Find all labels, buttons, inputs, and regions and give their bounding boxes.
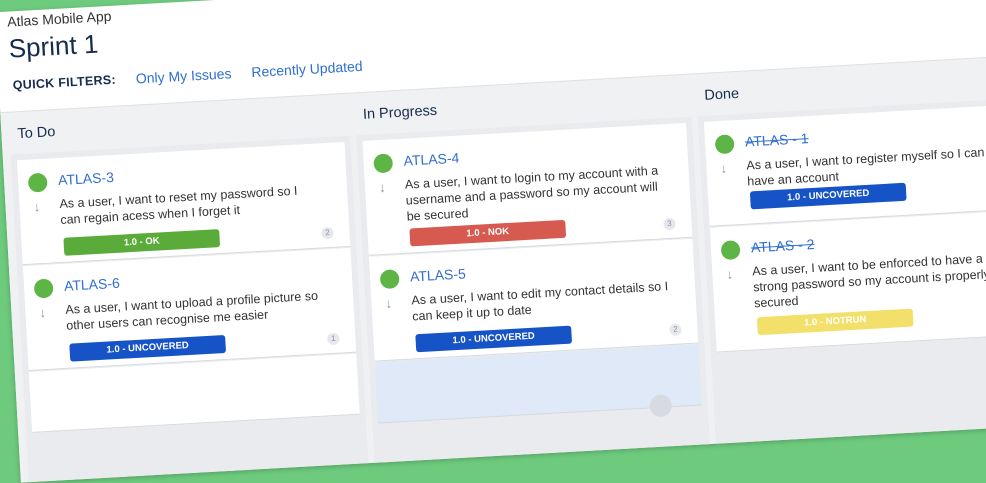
column-todo: To Do ATLAS-3 ↓ As a user, I want to res… xyxy=(8,94,369,483)
issue-summary: As a user, I want to edit my contact det… xyxy=(411,279,669,324)
column-in-progress: In Progress ATLAS-4 ↓ As a user, I want … xyxy=(354,75,710,463)
column-lane: ATLAS-4 ↓ As a user, I want to login to … xyxy=(356,116,710,463)
test-status-badge: 1.0 - UNCOVERED xyxy=(69,334,227,362)
issue-type-icon xyxy=(373,153,394,174)
agile-board: Atlas Mobile App Sprint 1 QUICK FILTERS:… xyxy=(0,0,986,483)
issue-summary: As a user, I want to register myself so … xyxy=(746,145,985,189)
issue-summary: As a user, I want to upload a profile pi… xyxy=(65,288,319,333)
issue-key[interactable]: ATLAS - 1 xyxy=(745,130,809,150)
priority-arrow-down-icon: ↓ xyxy=(720,160,728,177)
column-title: In Progress xyxy=(362,102,438,123)
filter-recently-updated[interactable]: Recently Updated xyxy=(251,58,363,80)
story-points-badge: 2 xyxy=(321,226,334,240)
priority-arrow-down-icon: ↓ xyxy=(385,295,393,311)
issue-card[interactable]: ATLAS-4 ↓ As a user, I want to login to … xyxy=(362,122,693,256)
column-title: To Do xyxy=(17,124,56,143)
column-lane: ATLAS - 1 ↓ As a user, I want to registe… xyxy=(697,98,986,444)
story-points-badge: 3 xyxy=(663,217,676,231)
issue-key[interactable]: ATLAS-4 xyxy=(403,150,460,169)
test-status-badge: 1.0 - OK xyxy=(63,229,221,256)
issue-summary: As a user, I want to be enforced to have… xyxy=(751,251,986,311)
board-columns: To Do ATLAS-3 ↓ As a user, I want to res… xyxy=(0,55,986,483)
priority-arrow-down-icon: ↓ xyxy=(726,266,734,282)
column-done: Done ATLAS - 1 ↓ As a user, I want to re… xyxy=(695,57,986,444)
issue-key[interactable]: ATLAS-6 xyxy=(64,275,121,294)
issue-type-icon xyxy=(720,240,741,261)
issue-key[interactable]: ATLAS-3 xyxy=(58,169,115,188)
issue-card[interactable]: ATLAS-3 ↓ As a user, I want to reset my … xyxy=(16,141,351,266)
filter-only-my-issues[interactable]: Only My Issues xyxy=(135,65,231,86)
drag-handle[interactable] xyxy=(649,394,673,418)
column-title: Done xyxy=(704,85,740,104)
page-title: Sprint 1 xyxy=(7,28,100,64)
column-lane: ATLAS-3 ↓ As a user, I want to reset my … xyxy=(10,135,369,483)
issue-type-icon xyxy=(714,134,735,155)
issue-card[interactable]: ATLAS - 2 ↓ As a user, I want to be enfo… xyxy=(709,210,986,353)
issue-card[interactable]: ATLAS-6 ↓ As a user, I want to upload a … xyxy=(22,247,357,371)
issue-type-icon xyxy=(27,172,48,193)
test-status-badge: 1.0 - UNCOVERED xyxy=(415,325,573,353)
story-points-badge: 2 xyxy=(669,323,682,337)
issue-card[interactable]: ATLAS-5 ↓ As a user, I want to edit my c… xyxy=(368,238,699,362)
issue-card[interactable]: ATLAS - 1 ↓ As a user, I want to registe… xyxy=(703,105,986,227)
test-status-badge: 1.0 - NOK xyxy=(409,219,567,247)
issue-type-icon xyxy=(33,278,54,299)
issue-key[interactable]: ATLAS - 2 xyxy=(751,236,815,256)
story-points-badge: 1 xyxy=(327,332,340,346)
issue-summary: As a user, I want to reset my password s… xyxy=(59,183,298,227)
quick-filters-label: QUICK FILTERS: xyxy=(12,72,117,93)
quick-filters: QUICK FILTERS: Only My Issues Recently U… xyxy=(12,58,363,94)
priority-arrow-down-icon: ↓ xyxy=(39,304,47,321)
project-name: Atlas Mobile App xyxy=(6,7,112,30)
test-status-badge: 1.0 - NOTRUN xyxy=(756,308,914,336)
issue-key[interactable]: ATLAS-5 xyxy=(410,265,467,284)
priority-arrow-down-icon: ↓ xyxy=(378,179,386,196)
issue-summary: As a user, I want to login to my account… xyxy=(404,163,659,224)
issue-type-icon xyxy=(379,269,400,290)
priority-arrow-down-icon: ↓ xyxy=(33,199,41,215)
